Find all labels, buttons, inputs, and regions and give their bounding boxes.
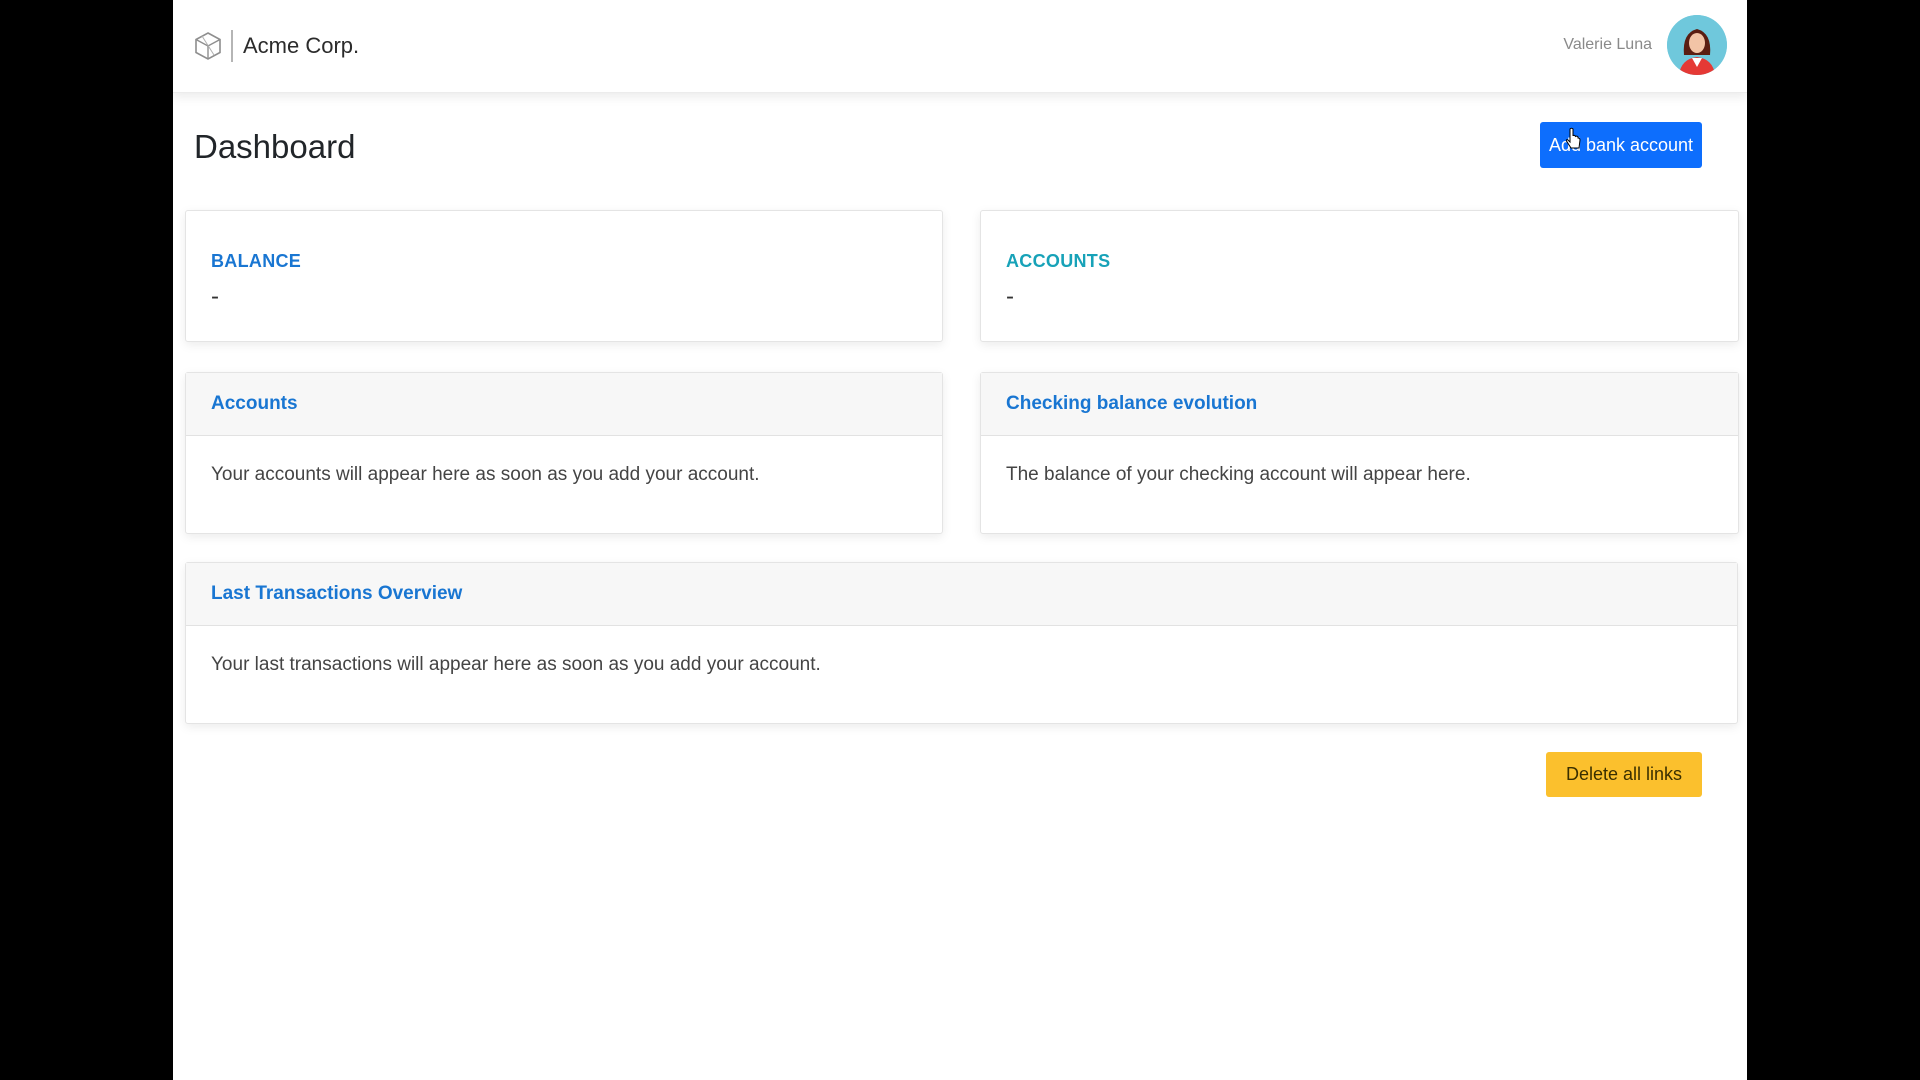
transactions-panel-body: Your last transactions will appear here … [211, 654, 821, 675]
transactions-panel: Last Transactions Overview Your last tra… [185, 562, 1738, 724]
accounts-count-label: ACCOUNTS [1006, 251, 1111, 271]
brand[interactable]: Acme Corp. [193, 26, 359, 66]
checking-balance-panel-body: The balance of your checking account wil… [1006, 464, 1471, 485]
top-navbar: Acme Corp. Valerie Luna [173, 0, 1747, 93]
accounts-panel-body: Your accounts will appear here as soon a… [211, 464, 760, 485]
checking-balance-panel-title: Checking balance evolution [981, 373, 1738, 436]
accounts-panel-title: Accounts [186, 373, 942, 436]
accounts-panel: Accounts Your accounts will appear here … [185, 372, 943, 534]
balance-label: BALANCE [211, 251, 302, 271]
checking-balance-panel: Checking balance evolution The balance o… [980, 372, 1739, 534]
user-name: Valerie Luna [1563, 36, 1652, 53]
page-title: Dashboard [194, 128, 356, 165]
avatar[interactable] [1667, 15, 1727, 75]
hexagon-logo-icon [193, 31, 223, 61]
balance-card: BALANCE - [185, 210, 943, 342]
app-page: Acme Corp. Valerie Luna Dashboard Add ba… [173, 0, 1747, 1080]
delete-all-links-button[interactable]: Delete all links [1546, 752, 1702, 797]
add-bank-account-button[interactable]: Add bank account [1540, 122, 1702, 168]
brand-name: Acme Corp. [243, 33, 360, 58]
transactions-panel-title: Last Transactions Overview [186, 563, 1737, 626]
accounts-count-value: - [1006, 283, 1014, 310]
balance-value: - [211, 283, 219, 310]
user-menu[interactable]: Valerie Luna [1563, 14, 1727, 76]
accounts-count-card: ACCOUNTS - [980, 210, 1739, 342]
brand-divider [231, 30, 233, 62]
